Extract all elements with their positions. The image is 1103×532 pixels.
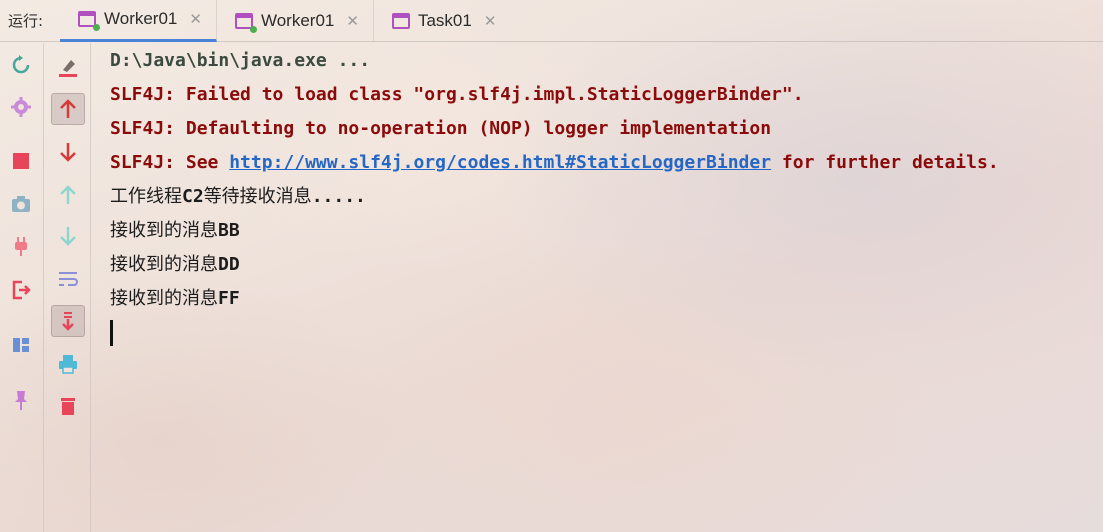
- layout-icon[interactable]: [6, 330, 36, 360]
- slf4j-link[interactable]: http://www.slf4j.org/codes.html#StaticLo…: [229, 152, 771, 173]
- run-config-icon: [234, 12, 257, 33]
- run-label: 运行:: [8, 12, 44, 30]
- output-text: 接收到的消息: [110, 288, 218, 309]
- output-text: FF: [218, 288, 240, 309]
- down-stack-icon[interactable]: [53, 221, 83, 251]
- tab-label: Worker01: [104, 9, 178, 28]
- run-tool-window-header: 运行: Worker01 ✕ Worker01 ✕ Task01 ✕: [0, 0, 1103, 42]
- command-line: D:\Java\bin\java.exe ...: [110, 50, 371, 71]
- run-toolbar-primary: [0, 43, 44, 532]
- run-toolbar-secondary: [45, 43, 91, 532]
- output-text: 等待接收消息: [203, 186, 312, 207]
- output-line: 工作线程C2等待接收消息.....: [110, 180, 1100, 214]
- plug-icon[interactable]: [6, 231, 36, 261]
- output-line: 接收到的消息BB: [110, 214, 1100, 248]
- error-line: SLF4J: Defaulting to no-operation (NOP) …: [110, 118, 772, 139]
- rerun-icon[interactable]: [6, 50, 36, 80]
- clear-icon[interactable]: [53, 52, 83, 82]
- exit-icon[interactable]: [6, 275, 36, 305]
- run-config-icon: [391, 12, 410, 29]
- error-line: SLF4J: See http://www.slf4j.org/codes.ht…: [110, 146, 1100, 180]
- output-text: C2: [182, 186, 204, 207]
- print-icon[interactable]: [53, 349, 83, 379]
- output-text: .....: [311, 186, 366, 207]
- error-text: SLF4J: See: [110, 152, 230, 173]
- tab-label: Task01: [417, 10, 472, 30]
- pin-icon[interactable]: [6, 385, 36, 415]
- down-arrow-icon[interactable]: [53, 137, 83, 167]
- settings-icon[interactable]: [6, 92, 36, 122]
- tab-worker01-2[interactable]: Worker01 ✕: [217, 0, 374, 42]
- close-icon[interactable]: ✕: [484, 12, 497, 30]
- run-config-icon: [78, 11, 100, 31]
- text-caret: [110, 320, 113, 346]
- soft-wrap-icon[interactable]: [53, 264, 83, 294]
- scroll-to-end-icon[interactable]: [51, 305, 85, 337]
- stop-icon[interactable]: [6, 146, 36, 176]
- output-text: 工作线程: [110, 186, 182, 207]
- input-line[interactable]: [110, 316, 1100, 350]
- camera-icon[interactable]: [6, 189, 36, 219]
- error-line: SLF4J: Failed to load class "org.slf4j.i…: [110, 84, 804, 105]
- output-text: 接收到的消息: [110, 220, 218, 241]
- up-arrow-icon[interactable]: [51, 93, 85, 125]
- close-icon[interactable]: ✕: [346, 12, 359, 30]
- output-text: 接收到的消息: [110, 254, 218, 275]
- output-text: BB: [218, 220, 240, 241]
- output-line: 接收到的消息DD: [110, 248, 1100, 282]
- console-output[interactable]: D:\Java\bin\java.exe ... SLF4J: Failed t…: [110, 44, 1100, 350]
- tab-task01[interactable]: Task01 ✕: [374, 0, 510, 42]
- error-text: for further details.: [771, 152, 999, 173]
- output-text: DD: [218, 254, 240, 275]
- up-stack-icon[interactable]: [53, 180, 83, 210]
- output-line: 接收到的消息FF: [110, 282, 1100, 316]
- tab-label: Worker01: [260, 10, 335, 30]
- tab-worker01-1[interactable]: Worker01 ✕: [60, 0, 217, 42]
- close-icon[interactable]: ✕: [189, 10, 202, 28]
- trash-icon[interactable]: [53, 391, 83, 421]
